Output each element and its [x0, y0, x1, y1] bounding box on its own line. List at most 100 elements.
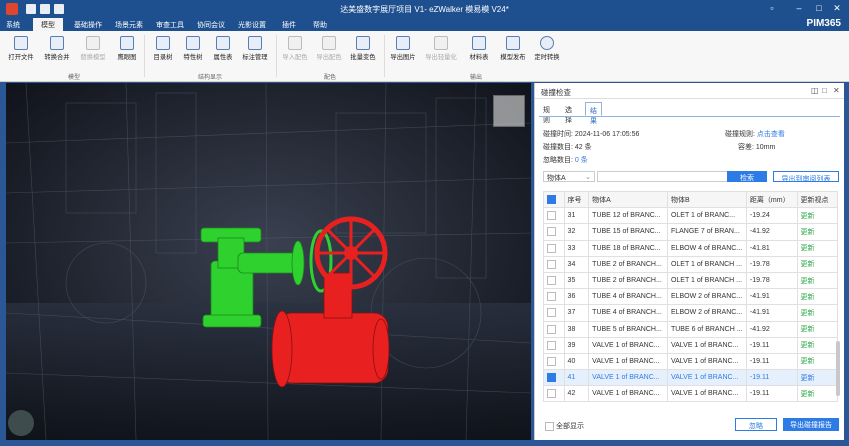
row-no: 42: [563, 385, 590, 403]
convert-merge-button[interactable]: 转换合并: [40, 34, 74, 68]
menu-model[interactable]: 模型: [33, 18, 63, 31]
table-row[interactable]: 32 TUBE 15 of BRANC... FLANGE 7 of BRAN...…: [543, 223, 838, 241]
row-checkbox[interactable]: [543, 385, 565, 403]
row-update-link[interactable]: 更新: [796, 255, 838, 273]
pin-icon[interactable]: ◫: [811, 86, 819, 95]
convert-icon: [50, 36, 64, 50]
close-icon[interactable]: ✕: [831, 3, 843, 14]
row-update-link[interactable]: 更新: [796, 336, 838, 354]
row-checkbox[interactable]: [543, 223, 565, 241]
export-review-button[interactable]: 导出到审阅列表: [773, 171, 839, 183]
row-checkbox[interactable]: [543, 320, 565, 338]
3d-viewport[interactable]: [6, 83, 531, 440]
view-cube[interactable]: [493, 95, 525, 127]
row-checkbox[interactable]: [543, 255, 565, 273]
table-row[interactable]: 35 TUBE 2 of BRANCH... OLET 1 of BRANCH ..…: [543, 271, 838, 290]
menu-lighting[interactable]: 光影设置: [238, 20, 266, 30]
row-checkbox[interactable]: [543, 336, 565, 354]
table-row[interactable]: 31 TUBE 12 of BRANC... OLET 1 of BRANC... -…: [543, 207, 838, 225]
row-distance: -41.91: [745, 288, 798, 306]
object-filter-select[interactable]: 物体A ⌄: [543, 171, 595, 182]
table-row[interactable]: 37 TUBE 4 of BRANCH... ELBOW 2 of BRANC...…: [543, 304, 838, 322]
table-row[interactable]: 42 VALVE 1 of BRANC... VALVE 1 of BRANC...…: [543, 385, 838, 403]
export-lightweight-button[interactable]: 导出轻量化: [424, 34, 458, 68]
row-update-link[interactable]: 更新: [796, 352, 838, 371]
open-file-button[interactable]: 打开文件: [4, 34, 38, 68]
panel-restore-icon[interactable]: □: [822, 86, 827, 95]
row-update-link[interactable]: 更新: [796, 385, 838, 403]
ribbon-toolbar: 打开文件 转换合并 替换模型 鹰眼图 目录树 特性树 属性表 标注管理 导入配色…: [0, 31, 849, 82]
row-object-b: OLET 1 of BRANCH ...: [666, 255, 747, 273]
table-row[interactable]: 41 VALVE 1 of BRANC... VALVE 1 of BRANC...…: [543, 369, 838, 387]
collision-time: 碰撞时间: 2024-11-06 17:05:56: [543, 131, 640, 138]
row-distance: -19.11: [745, 385, 798, 403]
row-checkbox[interactable]: [543, 304, 565, 322]
row-update-link[interactable]: 更新: [796, 369, 838, 387]
row-checkbox[interactable]: [543, 207, 565, 225]
export-color-button[interactable]: 导出配色: [312, 34, 346, 68]
replace-model-button[interactable]: 替换模型: [76, 34, 110, 68]
export-image-button[interactable]: 导出图片: [386, 34, 420, 68]
menu-plugins[interactable]: 插件: [282, 20, 296, 30]
show-all-checkbox[interactable]: 全部显示: [545, 421, 584, 431]
import-color-button[interactable]: 导入配色: [278, 34, 312, 68]
catalog-tree-button[interactable]: 目录树: [146, 34, 180, 68]
menu-review-tools[interactable]: 审查工具: [156, 20, 184, 30]
export-report-button[interactable]: 导出碰撞报告: [783, 418, 839, 431]
panel-close-icon[interactable]: ✕: [833, 86, 840, 95]
menu-collab-meeting[interactable]: 协同会议: [197, 20, 225, 30]
menu-help[interactable]: 帮助: [313, 20, 327, 30]
material-table-button[interactable]: 材料表: [462, 34, 496, 68]
table-row[interactable]: 36 TUBE 4 of BRANCH... ELBOW 2 of BRANC...…: [543, 288, 838, 306]
menu-basic-ops[interactable]: 基础操作: [74, 20, 102, 30]
row-update-link[interactable]: 更新: [796, 288, 838, 306]
batch-color-button[interactable]: 批量变色: [346, 34, 380, 68]
restore-icon[interactable]: ▫: [766, 3, 778, 13]
table-row[interactable]: 34 TUBE 2 of BRANCH... OLET 1 of BRANCH ..…: [543, 255, 838, 273]
eagle-eye-button[interactable]: 鹰眼图: [110, 34, 144, 68]
select-all-checkbox[interactable]: [543, 190, 565, 209]
col-object-b: 物体B: [666, 190, 747, 209]
scheduled-convert-button[interactable]: 定时转换: [530, 34, 564, 68]
property-table-button[interactable]: 属性表: [206, 34, 240, 68]
feature-tree-button[interactable]: 特性树: [176, 34, 210, 68]
image-icon: [396, 36, 410, 50]
table-row[interactable]: 40 VALVE 1 of BRANC... VALVE 1 of BRANC...…: [543, 352, 838, 371]
table-scrollbar[interactable]: [836, 341, 840, 396]
row-update-link[interactable]: 更新: [796, 320, 838, 338]
minimize-icon[interactable]: –: [793, 3, 805, 13]
row-object-b: ELBOW 4 of BRANC...: [666, 239, 747, 257]
row-update-link[interactable]: 更新: [796, 304, 838, 322]
row-update-link[interactable]: 更新: [796, 207, 838, 225]
maximize-icon[interactable]: □: [813, 3, 825, 13]
tab-selection[interactable]: 选择: [561, 102, 576, 124]
table-row[interactable]: 33 TUBE 18 of BRANC... ELBOW 4 of BRANC...…: [543, 239, 838, 257]
row-checkbox[interactable]: [543, 352, 565, 371]
row-checkbox[interactable]: [543, 369, 565, 387]
row-no: 41: [563, 369, 590, 387]
annotation-mgmt-button[interactable]: 标注管理: [238, 34, 272, 68]
navigation-compass[interactable]: [8, 410, 34, 436]
table-row[interactable]: 38 TUBE 5 of BRANCH... TUBE 6 of BRANCH ..…: [543, 320, 838, 338]
ignore-button[interactable]: 忽略: [735, 418, 777, 431]
row-checkbox[interactable]: [543, 288, 565, 306]
tab-rules[interactable]: 规则: [539, 102, 554, 124]
model-publish-button[interactable]: 模型发布: [496, 34, 530, 68]
menu-system[interactable]: 系统: [6, 20, 20, 30]
row-object-a: TUBE 15 of BRANC...: [588, 223, 668, 241]
view-rule-link[interactable]: 点击查看: [757, 131, 785, 138]
tab-results[interactable]: 结果: [585, 102, 602, 125]
row-checkbox[interactable]: [543, 271, 565, 290]
row-object-a: TUBE 18 of BRANC...: [588, 239, 668, 257]
row-checkbox[interactable]: [543, 239, 565, 257]
row-update-link[interactable]: 更新: [796, 271, 838, 290]
group-divider: [384, 35, 385, 77]
row-object-a: TUBE 2 of BRANCH...: [588, 271, 668, 290]
search-button[interactable]: 检索: [727, 171, 767, 182]
row-update-link[interactable]: 更新: [796, 223, 838, 241]
table-row[interactable]: 39 VALVE 1 of BRANC... VALVE 1 of BRANC...…: [543, 336, 838, 354]
row-update-link[interactable]: 更新: [796, 239, 838, 257]
feature-tree-icon: [186, 36, 200, 50]
row-object-b: VALVE 1 of BRANC...: [666, 352, 747, 371]
menu-scene-elements[interactable]: 场景元素: [115, 20, 143, 30]
